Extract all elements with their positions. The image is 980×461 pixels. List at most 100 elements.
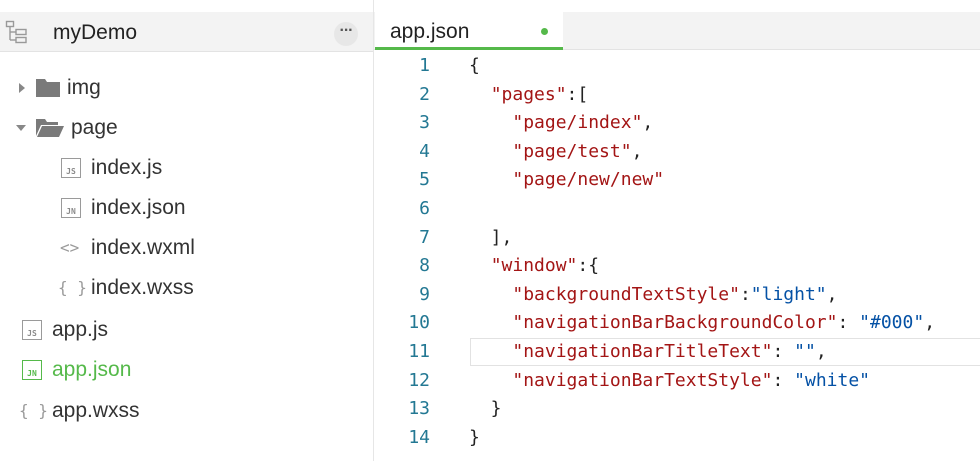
tree-item-label: app.json (52, 358, 132, 381)
line-text: "backgroundTextStyle":"light", (469, 281, 837, 309)
code-line[interactable]: 8 "window":{ (374, 252, 980, 280)
line-number: 5 (419, 169, 430, 191)
line-text: "page/test", (469, 138, 642, 166)
folder-open-icon (36, 119, 64, 137)
tree-item-app-wxss[interactable]: { } app.wxss (0, 391, 373, 431)
code-line[interactable]: 7 ], (374, 224, 980, 252)
line-number: 8 (419, 255, 430, 277)
json-key-token: "navigationBarBackgroundColor" (512, 312, 838, 334)
line-text: "page/index", (469, 109, 653, 137)
folder-icon (36, 79, 60, 97)
tree-item-label: index.wxss (91, 276, 194, 299)
punctuation-token (469, 169, 512, 190)
line-text: "window":{ (469, 252, 599, 280)
code-line[interactable]: 12 "navigationBarTextStyle": "white" (374, 367, 980, 395)
line-text: "navigationBarBackgroundColor": "#000", (469, 309, 935, 337)
line-number: 1 (419, 55, 430, 76)
json-key-token: "window" (490, 255, 578, 277)
js-file-icon: JS (61, 158, 81, 178)
json-key-token: "page/test" (512, 140, 632, 162)
code-line[interactable]: 14} (374, 424, 980, 452)
punctuation-token (469, 284, 512, 305)
line-text: } (469, 424, 480, 452)
code-line[interactable]: 1{ (374, 52, 980, 80)
line-text: "page/new/new" (469, 166, 664, 194)
punctuation-token: :{ (577, 255, 600, 277)
tree-toggle-icon[interactable] (5, 20, 29, 44)
tree-item-index-js[interactable]: JS index.js (0, 148, 373, 188)
punctuation-token (469, 370, 512, 391)
line-number: 7 (419, 226, 430, 248)
punctuation-token: :[ (566, 83, 589, 105)
punctuation-token (469, 84, 491, 105)
punctuation-token: , (642, 112, 654, 134)
punctuation-token: : (837, 312, 860, 334)
tree-item-index-json[interactable]: JN index.json (0, 188, 373, 228)
line-text: } (469, 395, 502, 423)
code-line[interactable]: 10 "navigationBarBackgroundColor": "#000… (374, 309, 980, 337)
tree-item-page[interactable]: page (0, 108, 373, 148)
punctuation-token (469, 255, 491, 276)
code-line[interactable]: 11 "navigationBarTitleText": "", (374, 338, 980, 366)
tree-item-label: index.js (91, 156, 163, 179)
js-file-icon: JS (22, 320, 42, 340)
code-line[interactable]: 13 } (374, 395, 980, 423)
punctuation-token (469, 312, 512, 333)
punctuation-token: : (739, 283, 751, 305)
line-number: 13 (408, 398, 430, 420)
tree-item-label: index.json (91, 196, 186, 219)
project-title: myDemo (53, 21, 138, 44)
line-text: { (469, 52, 480, 80)
tab-app-json[interactable]: app.json (375, 12, 563, 50)
punctuation-token (469, 141, 512, 162)
code-editor: app.json 1{2 "pages":[3 "page/index", 4 "… (374, 0, 980, 461)
json-string-token: "#000" (859, 312, 925, 334)
wxss-file-icon: { } (58, 278, 87, 297)
json-string-token: "light" (750, 283, 827, 305)
line-number: 10 (408, 312, 430, 334)
code-line[interactable]: 6 (374, 195, 980, 223)
punctuation-token (469, 341, 512, 362)
json-string-token: "" (794, 341, 816, 362)
json-key-token: "backgroundTextStyle" (512, 283, 740, 305)
code-line[interactable]: 4 "page/test", (374, 138, 980, 166)
code-line[interactable]: 9 "backgroundTextStyle":"light", (374, 281, 980, 309)
sidebar-header: myDemo ··· (0, 12, 373, 52)
line-number: 6 (419, 198, 430, 219)
tree-item-label: app.wxss (52, 399, 140, 422)
punctuation-token: , (826, 283, 838, 305)
tree-item-app-js[interactable]: JS app.js (0, 310, 373, 350)
json-file-icon: JN (22, 360, 42, 380)
json-key-token: "navigationBarTitleText" (512, 341, 773, 362)
json-key-token: "page/index" (512, 112, 643, 134)
punctuation-token: , (815, 341, 827, 362)
more-button[interactable]: ··· (334, 22, 358, 46)
line-number: 11 (408, 341, 430, 362)
tree-item-img[interactable]: img (0, 68, 373, 108)
chevron-right-icon[interactable] (19, 83, 25, 93)
more-icon: ··· (339, 22, 354, 39)
line-text: "navigationBarTitleText": "", (469, 338, 827, 366)
code-line[interactable]: 3 "page/index", (374, 109, 980, 137)
json-key-token: "page/new/new" (512, 169, 665, 191)
punctuation-token: : (772, 369, 795, 391)
punctuation-token: } (469, 426, 480, 448)
tree-item-app-json[interactable]: JN app.json (0, 350, 373, 390)
tree-item-index-wxml[interactable]: <> index.wxml (0, 228, 373, 268)
tree-item-label: img (67, 76, 101, 99)
line-number: 4 (419, 140, 430, 162)
code-line[interactable]: 2 "pages":[ (374, 81, 980, 109)
line-text: "pages":[ (469, 81, 589, 109)
punctuation-token: , (924, 312, 936, 334)
punctuation-token: ], (469, 226, 513, 248)
line-number: 3 (419, 112, 430, 134)
code-area[interactable]: 1{2 "pages":[3 "page/index", 4 "page/test… (374, 52, 980, 461)
tree-item-index-wxss[interactable]: { } index.wxss (0, 268, 373, 308)
line-number: 14 (408, 426, 430, 448)
line-text: ], (469, 224, 513, 252)
punctuation-token: { (469, 55, 480, 76)
chevron-down-icon[interactable] (16, 125, 26, 131)
json-key-token: "navigationBarTextStyle" (512, 369, 773, 391)
line-number: 9 (419, 283, 430, 305)
code-line[interactable]: 5 "page/new/new" (374, 166, 980, 194)
